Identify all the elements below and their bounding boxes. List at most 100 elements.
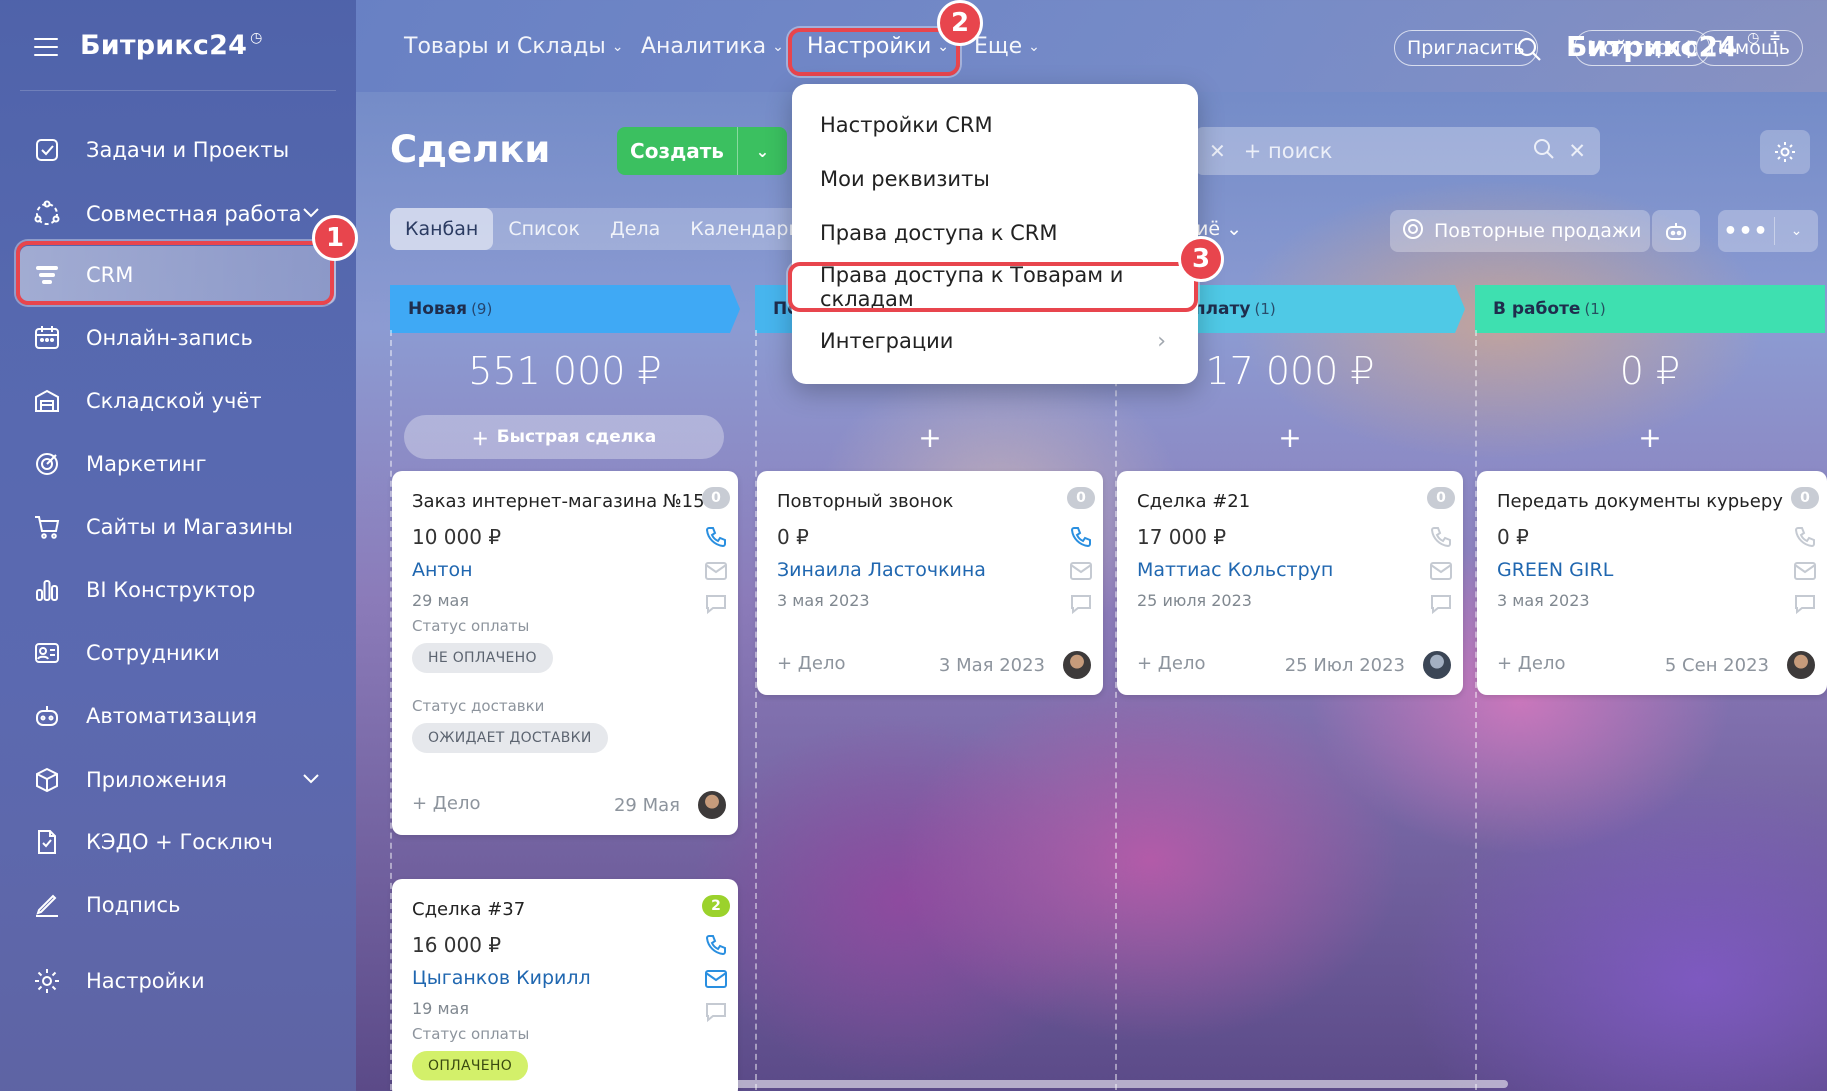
tab-activities[interactable]: Дела [595, 208, 675, 250]
deal-card[interactable]: Сделка #21 0 17 000 ₽ Маттиас Кольструп … [1117, 471, 1463, 695]
menu-item-crm-settings[interactable]: Настройки CRM [792, 98, 1198, 152]
column-count: (1) [1254, 300, 1276, 318]
menu-item-integrations[interactable]: Интеграции › [792, 314, 1198, 368]
phone-icon[interactable] [1069, 525, 1093, 548]
sidebar-item-label: BI Конструктор [86, 578, 256, 602]
sidebar-item-apps[interactable]: Приложения [20, 751, 336, 809]
add-deal-plus-icon[interactable]: + [1475, 421, 1825, 454]
deal-card[interactable]: Заказ интернет-магазина №15 0 10 000 ₽ А… [392, 471, 738, 835]
repeat-sales-label: Повторные продажи [1434, 220, 1642, 242]
chevron-down-icon[interactable] [302, 204, 320, 223]
pin-icon[interactable]: ✩ [530, 142, 547, 166]
add-activity-link[interactable]: + Дело [1497, 653, 1565, 674]
sidebar-item-booking[interactable]: Онлайн-запись [20, 309, 336, 367]
add-activity-link[interactable]: + Дело [777, 653, 845, 674]
brand-name: Битрикс24 [80, 30, 248, 61]
chevron-down-icon[interactable]: ⌄ [1775, 223, 1818, 239]
more-actions-button[interactable]: ••• ⌄ [1718, 210, 1818, 252]
deal-title[interactable]: Сделка #37 [412, 899, 525, 920]
add-activity-link[interactable]: + Дело [412, 793, 480, 814]
sidebar-item-kedo[interactable]: КЭДО + Госключ [20, 813, 336, 871]
sidebar-item-employees[interactable]: Сотрудники [20, 624, 336, 682]
mail-icon[interactable] [704, 969, 728, 991]
payment-status-label: Статус оплаты [412, 617, 530, 635]
avatar[interactable] [696, 789, 728, 821]
deal-card[interactable]: Повторный звонок 0 0 ₽ Зинаила Ласточкин… [757, 471, 1103, 695]
sidebar-item-warehouse[interactable]: Складской учёт [20, 372, 336, 430]
chevron-down-icon[interactable]: ⌄ [738, 142, 787, 161]
brand-logo[interactable]: Битрикс24 ◷ [80, 30, 263, 61]
avatar[interactable] [1061, 649, 1093, 681]
avatar[interactable] [1785, 649, 1817, 681]
deal-card[interactable]: Сделка #37 2 16 000 ₽ Цыганков Кирилл 19… [392, 879, 738, 1091]
sidebar-item-collab[interactable]: Совместная работа [20, 185, 336, 243]
mail-icon[interactable] [1793, 561, 1817, 583]
add-deal-plus-icon[interactable]: + [755, 421, 1105, 454]
sidebar-item-sites[interactable]: Сайты и Магазины [20, 498, 336, 556]
sidebar-item-tasks[interactable]: Задачи и Проекты [20, 121, 336, 179]
chat-icon[interactable] [1793, 593, 1817, 615]
quick-deal-button[interactable]: ＋ Быстрая сделка [404, 415, 724, 459]
deal-title[interactable]: Повторный звонок [777, 491, 953, 512]
sidebar-item-marketing[interactable]: Маркетинг [20, 435, 336, 493]
sidebar-item-bi[interactable]: BI Конструктор [20, 561, 336, 619]
my-tariff-button[interactable]: Мой тариф [1574, 30, 1710, 66]
deal-title[interactable]: Заказ интернет-магазина №15 [412, 491, 705, 512]
tab-list[interactable]: Список [493, 208, 595, 250]
nav-goods-warehouses[interactable]: Товары и Склады ⌄ [404, 34, 623, 59]
close-icon[interactable]: ✕ [1568, 139, 1586, 163]
deal-client-link[interactable]: Маттиас Кольструп [1137, 559, 1333, 581]
sidebar-item-signature[interactable]: Подпись [20, 876, 336, 934]
deal-client-link[interactable]: Антон [412, 559, 473, 581]
phone-icon[interactable] [1429, 525, 1453, 548]
search-input[interactable]: ✕ + поиск ✕ [1195, 127, 1600, 175]
avatar[interactable] [1421, 649, 1453, 681]
phone-icon[interactable] [704, 933, 728, 956]
column-header[interactable]: Новая (9) [390, 285, 740, 333]
menu-item-crm-access[interactable]: Права доступа к CRM [792, 206, 1198, 260]
deal-counter-badge: 2 [702, 895, 730, 917]
column-header[interactable]: В работе (1) [1475, 285, 1825, 333]
chat-icon[interactable] [1069, 593, 1093, 615]
nav-analytics[interactable]: Аналитика ⌄ [641, 34, 784, 59]
booking-icon [32, 323, 62, 353]
clear-filter-icon[interactable]: ✕ [1209, 139, 1226, 163]
phone-icon[interactable] [704, 525, 728, 548]
deal-client-link[interactable]: Цыганков Кирилл [412, 967, 591, 989]
invite-button[interactable]: Пригласить [1394, 30, 1538, 66]
chevron-down-icon: ⌄ [611, 38, 624, 55]
cart-icon [32, 512, 62, 542]
add-deal-plus-icon[interactable]: + [1115, 421, 1465, 454]
robot-icon[interactable] [1652, 210, 1700, 252]
deal-card[interactable]: Передать документы курьеру 0 0 ₽ GREEN G… [1477, 471, 1827, 695]
tab-kanban[interactable]: Канбан [390, 208, 494, 250]
phone-icon[interactable] [1793, 525, 1817, 548]
mail-icon[interactable] [1429, 561, 1453, 583]
sidebar-item-automation[interactable]: Автоматизация [20, 687, 336, 745]
menu-item-my-requisites[interactable]: Мои реквизиты [792, 152, 1198, 206]
repeat-sales-button[interactable]: Повторные продажи [1390, 210, 1650, 252]
menu-burger-icon[interactable] [34, 38, 58, 56]
chat-icon[interactable] [704, 1001, 728, 1023]
nav-more[interactable]: Еще ⌄ [974, 34, 1040, 59]
create-button[interactable]: Создать ⌄ [617, 127, 787, 175]
add-activity-link[interactable]: + Дело [1137, 653, 1205, 674]
chat-icon[interactable] [704, 593, 728, 615]
search-icon[interactable] [1532, 137, 1556, 166]
mail-icon[interactable] [1069, 561, 1093, 583]
horizontal-scrollbar[interactable] [392, 1080, 1508, 1088]
help-button[interactable]: Помощь [1696, 30, 1803, 66]
deal-title[interactable]: Передать документы курьеру [1497, 491, 1783, 512]
chat-icon[interactable] [1429, 593, 1453, 615]
mail-icon[interactable] [704, 561, 728, 583]
deal-client-link[interactable]: GREEN GIRL [1497, 559, 1613, 581]
deal-title[interactable]: Сделка #21 [1137, 491, 1250, 512]
sidebar-item-settings[interactable]: Настройки [20, 952, 336, 1010]
settings-gear-button[interactable] [1760, 130, 1810, 174]
deal-client-link[interactable]: Зинаила Ласточкина [777, 559, 986, 581]
nav-label: Товары и Склады [404, 34, 606, 59]
sidebar-item-label: Настройки [86, 969, 205, 993]
sidebar-item-label: Автоматизация [86, 704, 258, 728]
chevron-down-icon[interactable] [302, 770, 320, 789]
sidebar-item-label: Приложения [86, 768, 227, 792]
